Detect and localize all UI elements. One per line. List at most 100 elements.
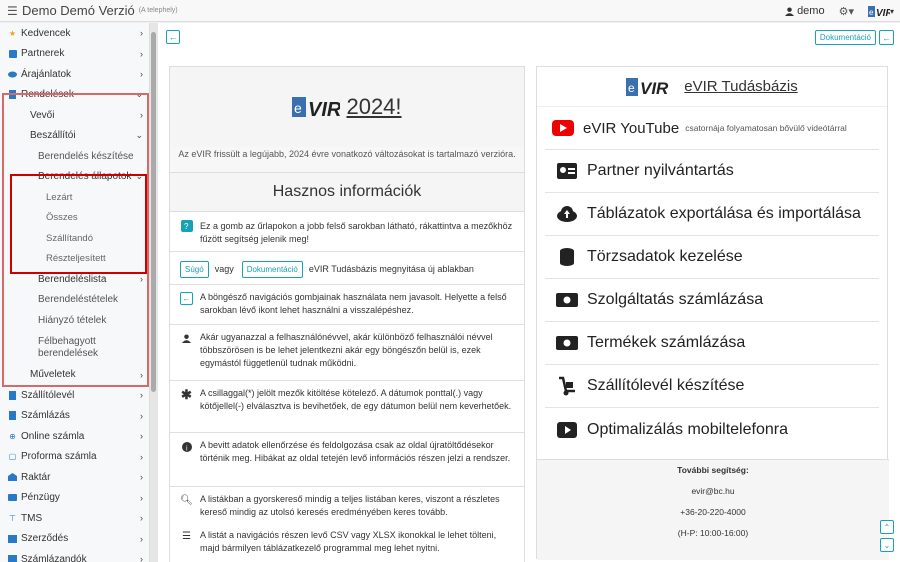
- sidebar-item-szerzodes[interactable]: Szerződés ›: [0, 529, 149, 550]
- dolly-icon: [555, 375, 579, 397]
- chevron-right-icon: ›: [140, 451, 143, 462]
- invoice-icon: [8, 555, 17, 562]
- kb-row-torzsadatok[interactable]: Törzsadatok kezelése: [545, 236, 879, 279]
- chevron-right-icon: ›: [140, 410, 143, 421]
- knowledge-base-panel: e VIR eVIR Tudásbázis eVIR YouTube csator…: [536, 66, 889, 560]
- knowledge-base-title[interactable]: eVIR Tudásbázis: [684, 78, 797, 95]
- info-search: 🔍︎ A listákban a gyorskereső mindig a te…: [170, 487, 524, 523]
- sidebar-item-raktar[interactable]: Raktár ›: [0, 467, 149, 488]
- user-name: demo: [797, 5, 825, 17]
- hero-year[interactable]: 2024!: [346, 94, 401, 120]
- kb-row-szolgaltatas[interactable]: Szolgáltatás számlázása: [545, 279, 879, 322]
- knowledge-base-header: e VIR eVIR Tudásbázis: [537, 67, 887, 107]
- app-title: Demo Demó Verzió: [22, 3, 135, 18]
- info-circle-icon: i: [180, 440, 193, 453]
- sidebar-item-proforma-szamla[interactable]: ▢ Proforma számla ›: [0, 447, 149, 468]
- kb-row-partner[interactable]: Partner nyilvántartás: [545, 150, 879, 193]
- hero-description: Az eVIR frissült a legújabb, 2024 évre v…: [178, 149, 516, 159]
- chevron-right-icon: ›: [140, 513, 143, 524]
- back-button[interactable]: ←: [166, 30, 180, 44]
- chevron-right-icon: ›: [140, 554, 143, 562]
- money-bill-icon: [555, 289, 579, 311]
- kb-row-export-import[interactable]: Táblázatok exportálása és importálása: [545, 193, 879, 236]
- highlight-allapotok-box: [10, 174, 147, 274]
- chevron-right-icon: ›: [140, 48, 143, 59]
- svg-text:e: e: [869, 8, 874, 17]
- help-email[interactable]: evir@bc.hu: [537, 481, 889, 502]
- hamburger-menu-icon[interactable]: ☰: [7, 4, 18, 18]
- chevron-right-icon: ›: [140, 533, 143, 544]
- invoice-icon: [8, 411, 17, 421]
- id-card-icon: [555, 160, 579, 182]
- kb-row-szallitolevel[interactable]: Szállítólevél készítése: [545, 365, 879, 408]
- chevron-up-icon: ⌃: [883, 522, 891, 532]
- evir-logo-icon: eVIR: [867, 5, 890, 18]
- user-icon: [785, 6, 795, 16]
- id-card-icon: [8, 49, 17, 58]
- evir-logo-menu[interactable]: eVIR ▾: [867, 5, 894, 18]
- svg-text:VIR: VIR: [876, 8, 890, 18]
- sidebar-item-arajanlatok[interactable]: Árajánlatok ›: [0, 64, 149, 85]
- info-list-export: ☰ A listát a navigációs részen levő CSV …: [170, 523, 524, 562]
- globe-icon: ⊕: [9, 431, 16, 441]
- evir-logo: e VIR: [626, 77, 669, 98]
- sidebar-item-partnerek[interactable]: Partnerek ›: [0, 44, 149, 65]
- section-title: Hasznos információk: [170, 172, 524, 212]
- database-icon: [555, 246, 579, 268]
- sidebar-item-online-szamla[interactable]: ⊕ Online számla ›: [0, 426, 149, 447]
- cloud-upload-icon: [555, 203, 579, 225]
- kb-row-youtube[interactable]: eVIR YouTube csatornája folyamatosan bőv…: [545, 107, 879, 150]
- top-right-controls: demo ⚙▾ eVIR ▾: [785, 0, 894, 22]
- asterisk-icon: ✱: [181, 387, 192, 402]
- svg-text:e: e: [628, 81, 635, 95]
- info-badges: Súgó vagy Dokumentáció eVIR Tudásbázis megn…: [170, 252, 524, 285]
- news-panel: e VIR 2024! Az eVIR frissült a legújabb, …: [169, 66, 525, 562]
- scroll-up-button[interactable]: ⌃: [880, 520, 894, 534]
- handshake-icon: [8, 70, 17, 79]
- svg-text:VIR: VIR: [308, 99, 340, 120]
- help-footer-title: További segítség:: [677, 465, 749, 475]
- chevron-right-icon: ›: [140, 28, 143, 39]
- sidebar-item-szallitolevel[interactable]: Szállítólevél ›: [0, 385, 149, 406]
- kb-row-termekek[interactable]: Termékek számlázása: [545, 322, 879, 365]
- sidebar-item-szamlazandok[interactable]: Számlázandók ›: [0, 549, 149, 562]
- kb-row-mobil[interactable]: Optimalizálás mobiltelefonra: [545, 408, 879, 451]
- pin-icon: ⊤: [9, 513, 16, 523]
- chevron-right-icon: ›: [140, 390, 143, 401]
- sidebar-scrollbar-thumb[interactable]: [151, 32, 156, 392]
- chevron-right-icon: ›: [140, 69, 143, 80]
- documentation-badge[interactable]: Dokumentáció: [241, 261, 303, 278]
- sugo-badge[interactable]: Súgó: [180, 261, 209, 278]
- info-validation: i A bevitt adatok ellenőrzése és feldolg…: [170, 433, 524, 487]
- star-icon: ★: [8, 28, 17, 38]
- contract-icon: [8, 534, 17, 543]
- list-icon: ☰: [182, 531, 191, 542]
- svg-text:e: e: [294, 100, 302, 116]
- scroll-down-button[interactable]: ⌄: [880, 538, 894, 552]
- money-icon: [8, 493, 17, 502]
- search-icon: 🔍︎: [180, 495, 193, 506]
- sidebar-item-tms[interactable]: ⊤ TMS ›: [0, 508, 149, 529]
- svg-text:?: ?: [184, 222, 189, 231]
- youtube-icon: [555, 419, 579, 441]
- hero-header: e VIR 2024!: [170, 67, 524, 147]
- help-phone[interactable]: +36-20-220-4000: [537, 502, 889, 523]
- svg-text:VIR: VIR: [640, 79, 669, 98]
- info-user: Akár ugyanazzal a felhasználónévvel, aká…: [170, 325, 524, 381]
- back-button-right[interactable]: ←: [879, 30, 894, 45]
- arrow-left-icon: ←: [882, 32, 891, 43]
- sidebar-item-kedvencek[interactable]: ★ Kedvencek ›: [0, 23, 149, 44]
- arrow-left-icon: ←: [168, 32, 178, 42]
- arrow-left-box-icon: ←: [180, 292, 193, 305]
- sidebar-item-szamlazas[interactable]: Számlázás ›: [0, 406, 149, 427]
- document-icon: [8, 390, 17, 400]
- settings-gear-icon[interactable]: ⚙▾: [839, 5, 854, 18]
- documentation-button[interactable]: Dokumentáció: [814, 30, 876, 45]
- user-icon: [180, 332, 193, 345]
- evir-logo: e VIR: [292, 97, 340, 120]
- user-menu[interactable]: demo: [785, 5, 825, 17]
- file-icon: ▢: [8, 452, 17, 462]
- sidebar-item-penzugy[interactable]: Pénzügy ›: [0, 488, 149, 509]
- help-hours: (H-P: 10:00-16:00): [677, 528, 749, 538]
- chevron-right-icon: ›: [140, 472, 143, 483]
